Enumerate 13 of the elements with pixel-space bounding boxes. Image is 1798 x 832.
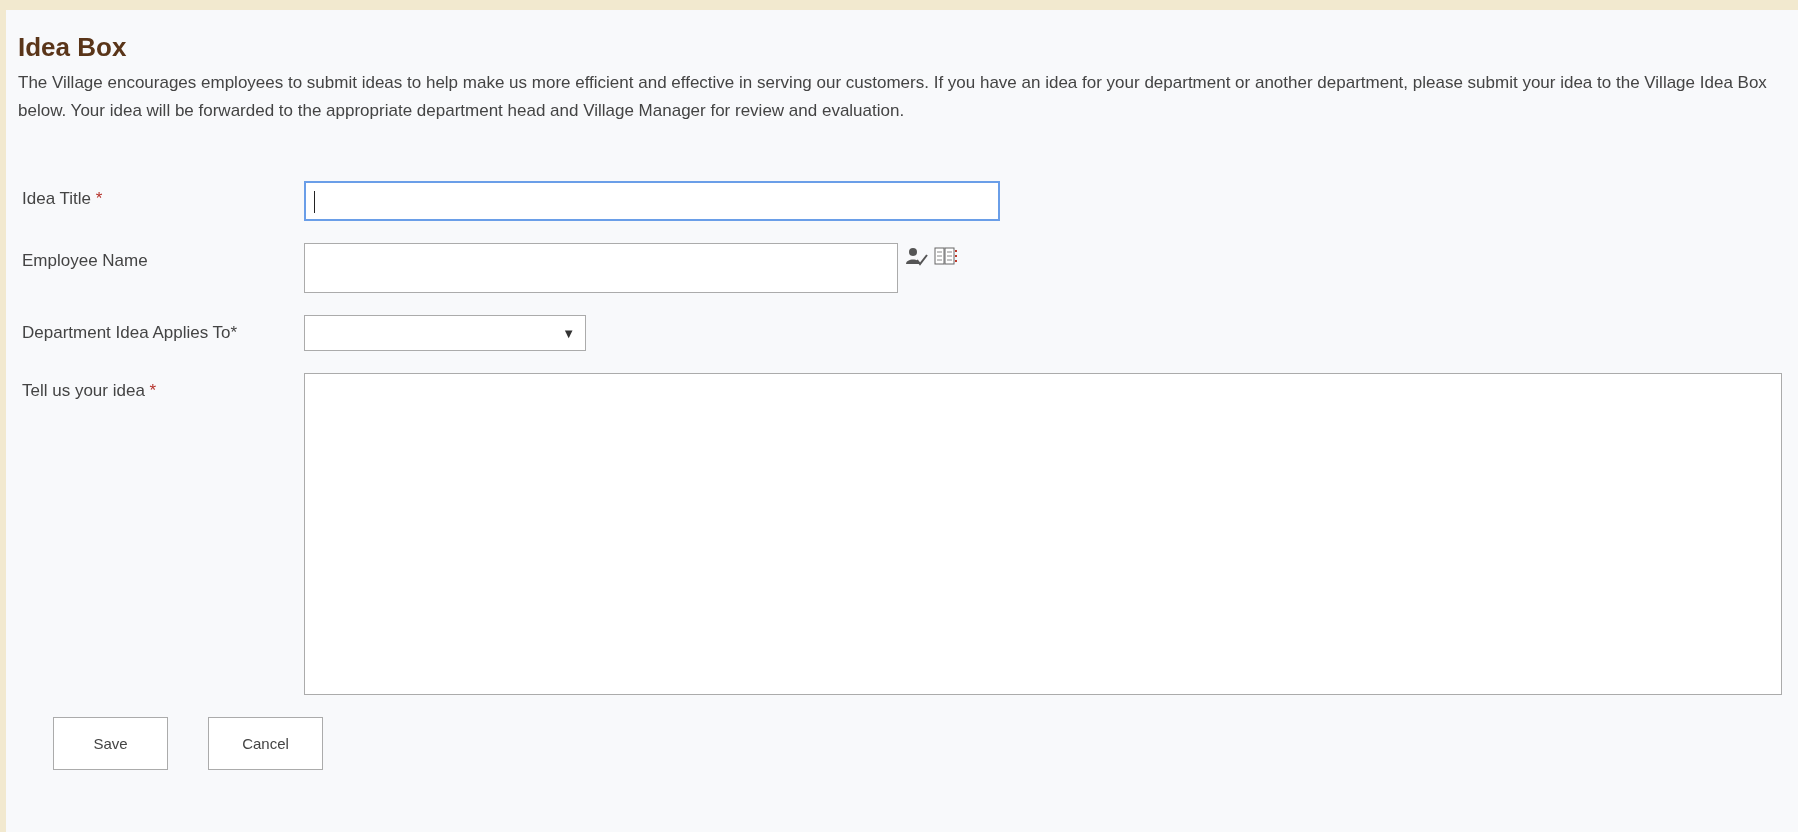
- field-label: Idea Title *: [21, 188, 103, 209]
- field-label: Employee Name: [21, 250, 148, 271]
- dropdown[interactable]: ▼: [304, 315, 586, 351]
- people-field[interactable]: [304, 243, 898, 293]
- address-book-icon[interactable]: [934, 247, 958, 265]
- intro-paragraph: The Village encourages employees to submit ideas to help make us more efficient and effective in serving our customers. If you have an idea for your department or another department, please submit your idea to the Village Idea Box below. Your idea will be forwarded to the appropriate department head and Village Manager for review and evaluation.: [18, 72, 1768, 122]
- cancel-button[interactable]: Cancel: [208, 717, 323, 770]
- save-button[interactable]: Save: [53, 717, 168, 770]
- person-check-icon[interactable]: [906, 247, 928, 267]
- field-label: Tell us your idea *: [21, 380, 157, 401]
- field-label: Department Idea Applies To*: [21, 322, 238, 343]
- text-field[interactable]: [304, 181, 1000, 221]
- page-title: Idea Box: [17, 31, 128, 63]
